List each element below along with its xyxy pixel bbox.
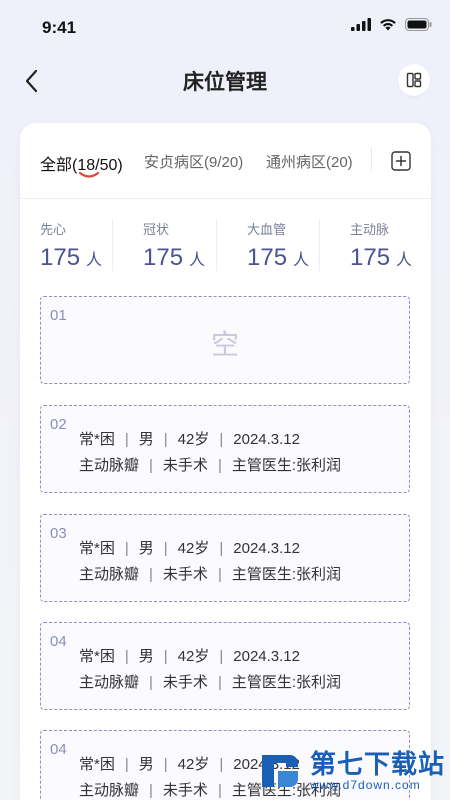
stat-zhudongmai: 主动脉 175 人	[350, 219, 412, 275]
status-time: 9:41	[42, 18, 77, 37]
bed-number: 04	[50, 741, 67, 758]
attending-doctor: 主管医生:张利润	[231, 674, 342, 691]
page-title: 床位管理	[183, 71, 267, 94]
add-ward-icon[interactable]	[391, 151, 411, 171]
status-bar: 9:41	[0, 0, 450, 58]
surgery-status: 未手术	[162, 566, 208, 583]
patient-gender: 男	[138, 648, 154, 665]
patient-gender: 男	[138, 756, 154, 773]
admission-date: 2024.3.12	[233, 431, 300, 448]
stat-label: 大血管	[247, 222, 287, 237]
patient-name: 常*困	[79, 540, 115, 557]
stats-row: 先心 175 人 冠状 175 人 大血管 175 人 主动脉 175 人	[20, 219, 431, 275]
watermark-url: www.d7down.com	[310, 778, 421, 792]
active-tab-indicator	[78, 171, 100, 178]
watermark-title: 第七下载站	[310, 749, 446, 779]
stat-label: 先心	[40, 222, 67, 237]
site-watermark: 第七下载站 www.d7down.com	[256, 744, 446, 798]
status-icons	[351, 18, 432, 31]
stat-value: 175	[40, 244, 81, 271]
stat-xianxin: 先心 175 人	[40, 219, 102, 275]
bed-number: 04	[50, 633, 67, 650]
attending-doctor: 主管医生:张利润	[231, 457, 342, 474]
stat-divider	[319, 219, 320, 271]
bed-card: 全部(18/50) 安贞病区(9/20) 通州病区(20) 先心 175 人 冠状…	[20, 123, 431, 800]
patient-name: 常*困	[79, 756, 115, 773]
tab-tongzhou[interactable]: 通州病区(20)	[266, 151, 353, 172]
patient-info-row: 常*困|男|42岁|2024.3.12	[79, 645, 300, 666]
patient-age: 42岁	[177, 431, 210, 448]
watermark-logo	[262, 755, 298, 787]
patient-age: 42岁	[177, 540, 210, 557]
admission-date: 2024.3.12	[233, 648, 300, 665]
stat-unit: 人	[86, 252, 103, 269]
diagnosis: 主动脉瓣	[79, 674, 140, 691]
patient-detail-row: 主动脉瓣 | 未手术 | 主管医生:张利润	[79, 454, 341, 475]
switch-view-icon	[406, 72, 422, 88]
bed-empty-label: 空	[210, 329, 239, 360]
bed-card-01[interactable]: 01 空	[40, 296, 410, 384]
surgery-status: 未手术	[162, 782, 208, 799]
bed-number: 01	[50, 307, 67, 324]
switch-view-button[interactable]	[398, 64, 430, 96]
bed-card-03[interactable]: 03 常*困 | 男 | 42岁 | 2024.3.12 主动脉瓣 | 未手术 | 主管医生:张利润	[40, 514, 410, 602]
patient-detail-row: 主动脉瓣 | 未手术 | 主管医生:张利润	[79, 563, 341, 584]
diagnosis: 主动脉瓣	[79, 782, 140, 799]
patient-info-row: 常*困|男|42岁|2024.3.12	[79, 537, 300, 558]
surgery-status: 未手术	[162, 457, 208, 474]
bed-card-04[interactable]: 04 常*困 | 男 | 42岁 | 2024.3.12 主动脉瓣 | 未手术 | 主管医生:张利润	[40, 622, 410, 710]
bed-number: 03	[50, 525, 67, 542]
diagnosis: 主动脉瓣	[79, 566, 140, 583]
stat-label: 主动脉	[350, 222, 390, 237]
patient-gender: 男	[138, 431, 154, 448]
bed-number: 02	[50, 416, 67, 433]
stat-unit: 人	[293, 252, 310, 269]
patient-info-row: 常*困|男|42岁|2024.3.12	[79, 428, 300, 449]
cellular-signal-icon	[351, 18, 371, 31]
stat-value: 175	[247, 244, 288, 271]
patient-name: 常*困	[79, 431, 115, 448]
stat-value: 175	[350, 244, 391, 271]
stat-daxueguan: 大血管 175 人	[247, 219, 309, 275]
patient-age: 42岁	[177, 756, 210, 773]
tab-anzhen[interactable]: 安贞病区(9/20)	[144, 151, 243, 172]
admission-date: 2024.3.12	[233, 540, 300, 557]
patient-age: 42岁	[177, 648, 210, 665]
stat-guanzhuang: 冠状 175 人	[143, 219, 205, 275]
wifi-icon	[380, 19, 396, 31]
patient-detail-row: 主动脉瓣 | 未手术 | 主管医生:张利润	[79, 671, 341, 692]
stat-value: 175	[143, 244, 184, 271]
tab-divider	[371, 147, 372, 171]
bed-card-02[interactable]: 02 常*困 | 男 | 42岁 | 2024.3.12 主动脉瓣 | 未手术 | 主管医生:张利润	[40, 405, 410, 493]
nav-header: 床位管理	[0, 58, 450, 102]
battery-icon	[405, 18, 432, 31]
stat-unit: 人	[189, 252, 206, 269]
attending-doctor: 主管医生:张利润	[231, 566, 342, 583]
ward-tabs: 全部(18/50) 安贞病区(9/20) 通州病区(20)	[20, 123, 431, 199]
stat-label: 冠状	[143, 222, 170, 237]
surgery-status: 未手术	[162, 674, 208, 691]
patient-gender: 男	[138, 540, 154, 557]
patient-name: 常*困	[79, 648, 115, 665]
stat-divider	[112, 219, 113, 271]
stat-unit: 人	[396, 252, 413, 269]
diagnosis: 主动脉瓣	[79, 457, 140, 474]
stat-divider	[216, 219, 217, 271]
